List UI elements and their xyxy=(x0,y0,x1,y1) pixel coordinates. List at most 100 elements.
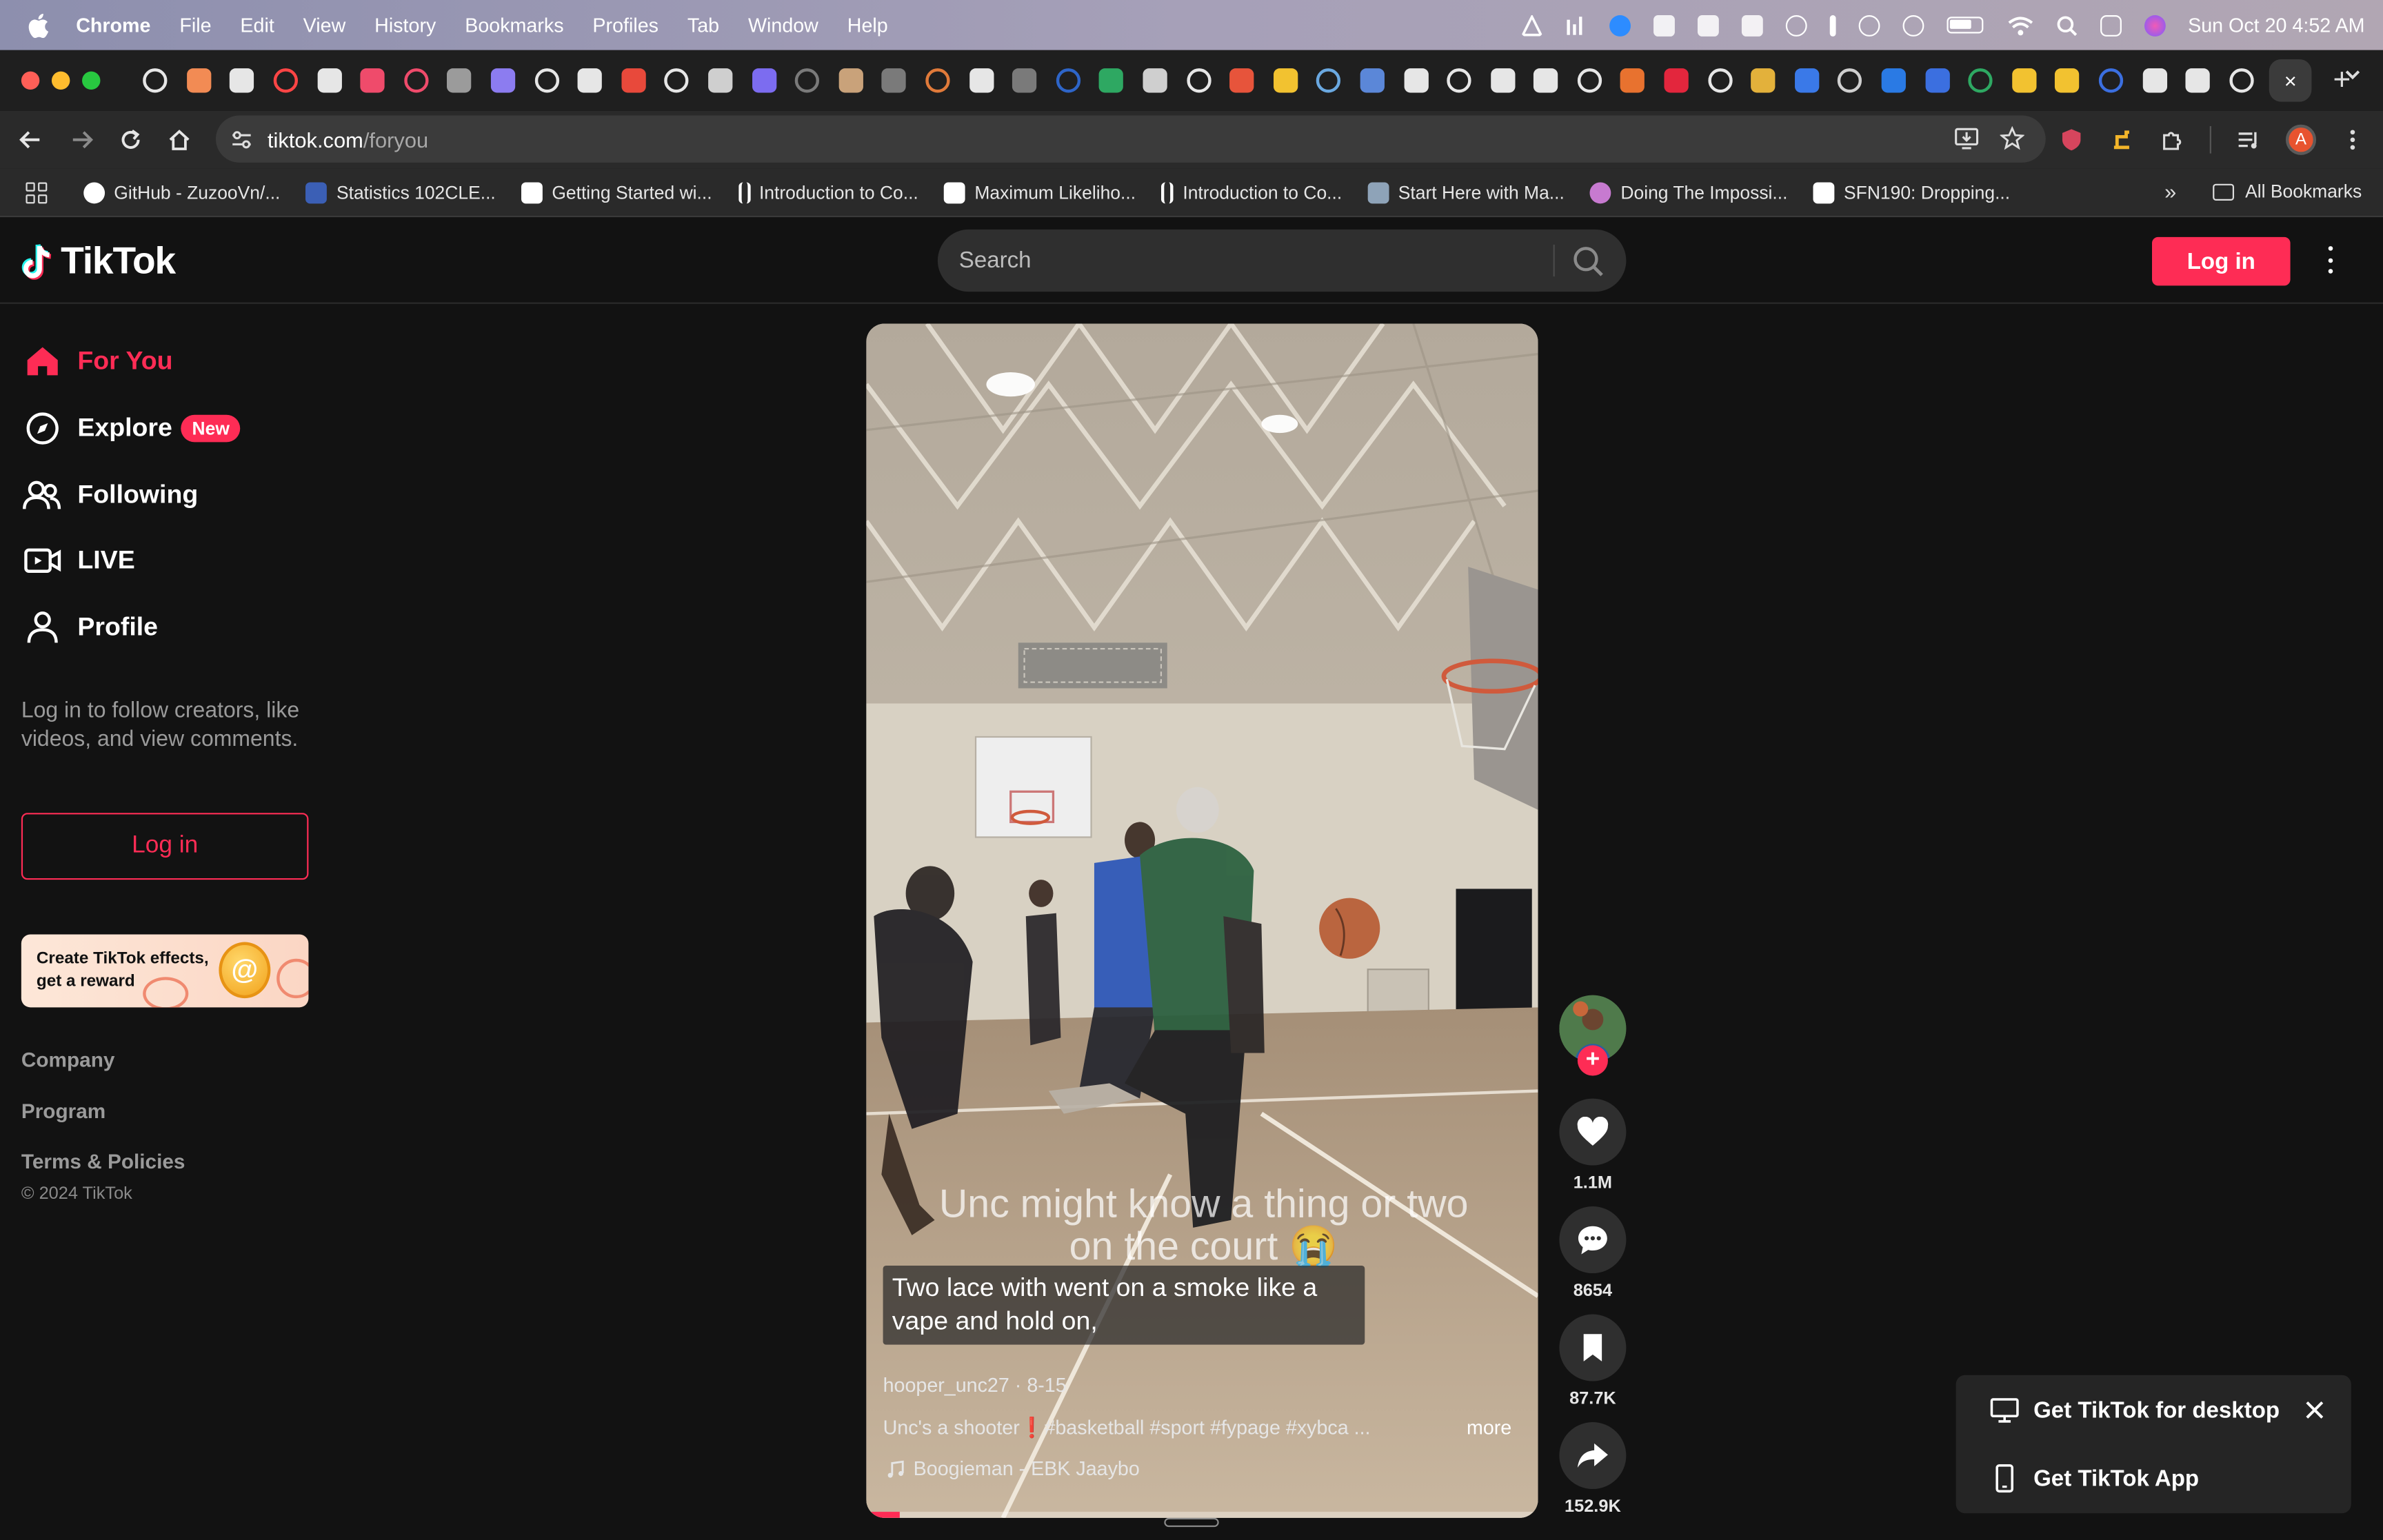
pinned-tab-favicon[interactable] xyxy=(925,68,950,93)
profile-avatar[interactable]: A xyxy=(2285,124,2317,155)
pinned-tab-favicon[interactable] xyxy=(969,68,994,93)
pinned-tab-favicon[interactable] xyxy=(1534,68,1558,93)
focus-icon[interactable] xyxy=(1858,14,1880,36)
nav-for-you[interactable]: For You xyxy=(21,331,173,392)
pinned-tab-favicon[interactable] xyxy=(1360,68,1385,93)
url-text[interactable]: tiktok.com/foryou xyxy=(268,127,428,151)
pinned-tab-favicon[interactable] xyxy=(2098,68,2124,93)
pinned-tab-favicon[interactable] xyxy=(752,68,776,93)
pinned-tab-favicon[interactable] xyxy=(1881,68,1907,93)
pinned-tab-favicon[interactable] xyxy=(1620,68,1645,93)
paperclip-icon[interactable] xyxy=(1785,14,1807,36)
menu-profiles[interactable]: Profiles xyxy=(592,14,658,37)
pinned-tab-favicon[interactable] xyxy=(1143,68,1167,93)
extensions-puzzle-icon[interactable] xyxy=(2160,128,2184,152)
spotlight-icon[interactable] xyxy=(2055,14,2077,36)
pinned-tab-favicon[interactable] xyxy=(882,68,907,93)
pinned-tab-favicon[interactable] xyxy=(1707,68,1732,93)
pinned-tab-favicon[interactable] xyxy=(1924,68,1950,93)
tab-search-chevron-icon[interactable] xyxy=(2344,65,2362,83)
pinned-tab-favicon[interactable] xyxy=(838,68,863,93)
bookmark-item[interactable]: Doing The Impossi... xyxy=(1590,181,1787,203)
nav-explore[interactable]: Explore New xyxy=(21,398,241,458)
pinned-tab-favicon[interactable] xyxy=(1838,68,1863,93)
back-icon[interactable] xyxy=(18,128,42,152)
clipboard-icon[interactable] xyxy=(1697,14,1719,36)
follow-plus-button[interactable]: + xyxy=(1577,1045,1608,1076)
reload-icon[interactable] xyxy=(119,128,143,152)
play-icon[interactable] xyxy=(1902,14,1924,36)
menu-clock[interactable]: Sun Oct 20 4:52 AM xyxy=(2188,14,2364,37)
bookmark-item[interactable]: Getting Started wi... xyxy=(521,181,712,203)
menu-help[interactable]: Help xyxy=(847,14,888,37)
pinned-tab-favicon[interactable] xyxy=(1012,68,1037,93)
pinned-tab-favicon[interactable] xyxy=(143,68,168,93)
pinned-tab-favicon[interactable] xyxy=(1968,68,1993,93)
video-author-line[interactable]: hooper_unc27 · 8-15 xyxy=(883,1374,1067,1397)
bookmark-item[interactable]: GitHub - ZuzooVn/... xyxy=(83,181,280,203)
battery-icon[interactable] xyxy=(1946,17,1983,34)
chrome-menu-icon[interactable] xyxy=(2340,128,2364,152)
pinned-tab-favicon[interactable] xyxy=(360,68,385,93)
pinned-tab-favicon[interactable] xyxy=(2142,68,2167,93)
pinned-tab-favicon[interactable] xyxy=(1056,68,1080,93)
pinned-tab-favicon[interactable] xyxy=(1751,68,1776,93)
footer-program-link[interactable]: Program xyxy=(21,1100,105,1123)
minimize-window-button[interactable] xyxy=(51,71,70,90)
nav-following[interactable]: Following xyxy=(21,465,198,525)
pinned-tab-favicon[interactable] xyxy=(273,68,299,93)
bookmark-star-icon[interactable] xyxy=(2000,125,2024,150)
pinned-tab-favicon[interactable] xyxy=(708,68,733,93)
video-player[interactable]: Unc might know a thing or two on the cou… xyxy=(866,323,1538,1518)
video-author[interactable]: hooper_unc27 xyxy=(883,1374,1009,1397)
menu-window[interactable]: Window xyxy=(748,14,818,37)
pinned-tab-favicon[interactable] xyxy=(1447,68,1471,93)
close-icon[interactable] xyxy=(2302,1398,2326,1422)
close-window-button[interactable] xyxy=(21,71,40,90)
search-input[interactable] xyxy=(958,229,1552,292)
share-button[interactable] xyxy=(1559,1422,1627,1490)
duck-extension-icon[interactable] xyxy=(2109,128,2133,152)
save-button[interactable] xyxy=(1559,1314,1627,1381)
pinned-tab-favicon[interactable] xyxy=(403,68,429,93)
menu-edit[interactable]: Edit xyxy=(240,14,274,37)
pinned-tab-favicon[interactable] xyxy=(1403,68,1428,93)
pinned-tab-favicon[interactable] xyxy=(1316,68,1341,93)
footer-company-link[interactable]: Company xyxy=(21,1048,115,1071)
pinned-tab-favicon[interactable] xyxy=(534,68,559,93)
video-progress-bar[interactable] xyxy=(866,1512,1538,1518)
pinned-tab-favicon[interactable] xyxy=(665,68,690,93)
pinned-tab-favicon[interactable] xyxy=(1229,68,1254,93)
bookmark-item[interactable]: SFN190: Dropping... xyxy=(1813,181,2010,203)
sidebar-login-button[interactable]: Log in xyxy=(21,813,309,880)
control-center-icon[interactable] xyxy=(2100,14,2122,36)
pinned-tab-favicon[interactable] xyxy=(1664,68,1689,93)
menu-bookmarks[interactable]: Bookmarks xyxy=(465,14,563,37)
home-button-icon[interactable] xyxy=(167,128,191,152)
pinned-tab-favicon[interactable] xyxy=(1794,68,1819,93)
search-icon[interactable] xyxy=(1571,245,1605,278)
siri-icon[interactable] xyxy=(2144,14,2166,36)
pinned-tab-favicon[interactable] xyxy=(795,68,820,93)
apple-icon[interactable] xyxy=(28,12,49,38)
pinned-tab-favicon[interactable] xyxy=(2185,68,2211,93)
more-options-icon[interactable] xyxy=(2321,241,2339,278)
vector-app-icon[interactable] xyxy=(1520,14,1542,36)
nav-profile[interactable]: Profile xyxy=(21,597,158,658)
shield-extension-icon[interactable] xyxy=(2060,128,2084,152)
istat-icon[interactable] xyxy=(1565,14,1586,36)
nav-live[interactable]: LIVE xyxy=(21,530,135,591)
reading-list-icon[interactable] xyxy=(2235,128,2260,152)
pinned-tab-favicon[interactable] xyxy=(316,68,342,93)
bookmark-item[interactable]: Introduction to Co... xyxy=(1161,181,1342,203)
pinned-tab-favicon[interactable] xyxy=(578,68,603,93)
like-button[interactable] xyxy=(1559,1098,1627,1166)
pinned-tab-favicon[interactable] xyxy=(1577,68,1602,93)
apps-grid-icon[interactable] xyxy=(26,181,48,203)
menu-view[interactable]: View xyxy=(303,14,346,37)
preview-icon[interactable] xyxy=(1741,14,1762,36)
description-more-link[interactable]: more xyxy=(1467,1416,1511,1439)
bookmarks-overflow-icon[interactable]: » xyxy=(2164,179,2176,203)
pinned-tab-favicon[interactable] xyxy=(1099,68,1124,93)
get-app-link[interactable]: Get TikTok App xyxy=(1989,1463,2199,1494)
